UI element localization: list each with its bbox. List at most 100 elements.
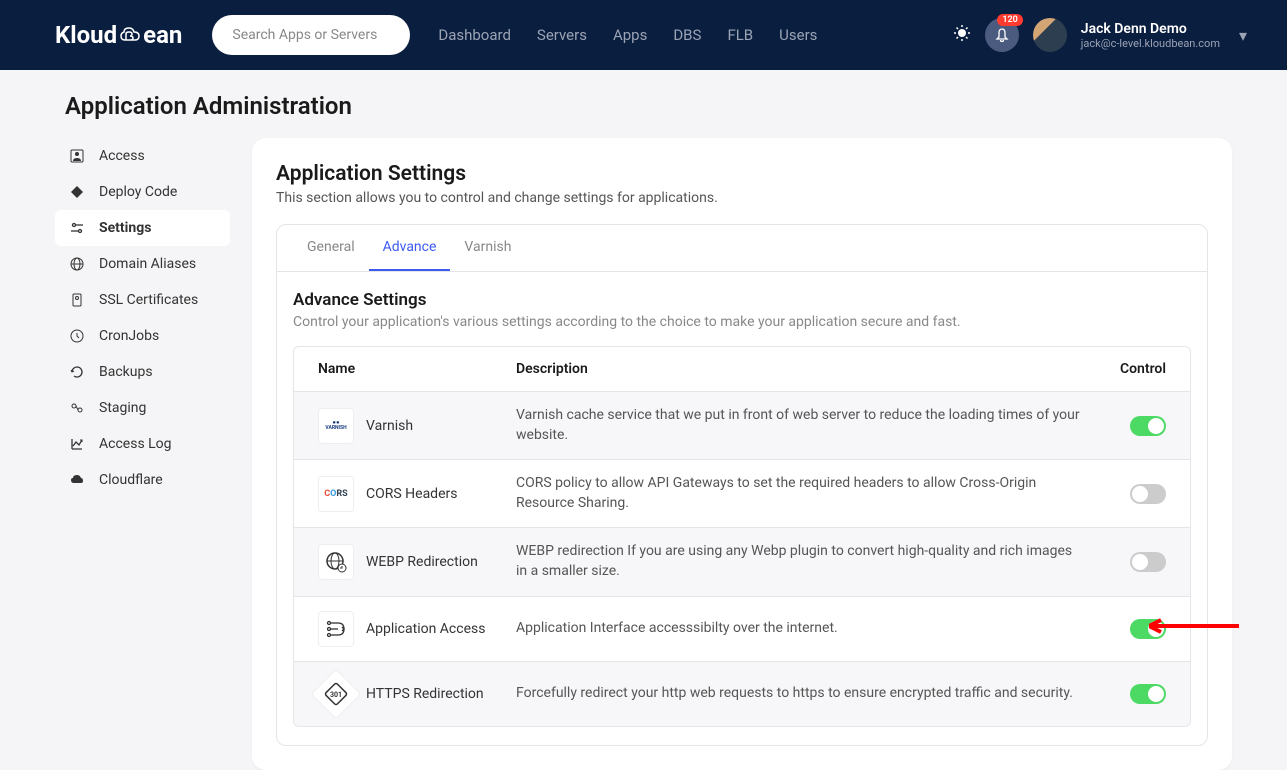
table-row: 301 HTTPS Redirection Forcefully redirec… [294, 662, 1190, 726]
notifications-button[interactable]: 120 [985, 18, 1019, 52]
header: Kloud ean Dashboard Servers Apps DBS FLB… [0, 0, 1287, 70]
row-name-label: Application Access [366, 621, 485, 637]
logo[interactable]: Kloud ean [55, 21, 182, 49]
user-name: Jack Denn Demo [1081, 21, 1220, 37]
content-panel: Application Settings This section allows… [252, 138, 1232, 770]
sidebar-item-cloudflare[interactable]: Cloudflare [55, 462, 230, 498]
sidebar-label: Cloudflare [99, 472, 163, 488]
refresh-icon [69, 364, 85, 380]
row-name-label: HTTPS Redirection [366, 686, 484, 702]
theme-toggle-icon[interactable] [953, 24, 971, 46]
sidebar-item-deploy[interactable]: Deploy Code [55, 174, 230, 210]
globe-icon [69, 256, 85, 272]
staging-icon [69, 400, 85, 416]
sidebar-label: SSL Certificates [99, 292, 198, 308]
cloud-b-icon [119, 26, 141, 44]
row-name-cell: CORS CORS Headers [318, 476, 516, 512]
row-name-label: CORS Headers [366, 486, 457, 502]
sidebar-item-staging[interactable]: Staging [55, 390, 230, 426]
tab-general[interactable]: General [293, 225, 369, 271]
sidebar-label: Settings [99, 220, 151, 236]
nav-apps[interactable]: Apps [613, 26, 647, 44]
section-subtitle: This section allows you to control and c… [276, 190, 1208, 206]
sidebar-label: Backups [99, 364, 153, 380]
row-name-label: Varnish [366, 418, 413, 434]
search-box[interactable] [212, 15, 410, 55]
nav-dbs[interactable]: DBS [673, 26, 701, 44]
col-header-name: Name [318, 361, 516, 377]
avatar[interactable] [1033, 18, 1067, 52]
access-icon [318, 611, 354, 647]
nav-links: Dashboard Servers Apps DBS FLB Users [438, 26, 817, 44]
chart-icon [69, 436, 85, 452]
clock-icon [69, 328, 85, 344]
table-row: Application Access Application Interface… [294, 597, 1190, 662]
tab-varnish[interactable]: Varnish [450, 225, 525, 271]
user-email: jack@c-level.kloudbean.com [1081, 37, 1220, 50]
bell-icon [994, 27, 1010, 43]
settings-table: Name Description Control ●●VARNISH Varni… [293, 346, 1191, 727]
row-name-cell: WEBP Redirection [318, 544, 516, 580]
row-desc-cell: Varnish cache service that we put in fro… [516, 406, 1106, 445]
nav-users[interactable]: Users [779, 26, 817, 44]
sidebar-label: Access Log [99, 436, 172, 452]
sidebar-label: Domain Aliases [99, 256, 196, 272]
varnish-icon: ●●VARNISH [318, 408, 354, 444]
row-control-cell [1106, 552, 1166, 572]
row-name-cell: 301 HTTPS Redirection [318, 676, 516, 712]
row-desc-cell: CORS policy to allow API Gateways to set… [516, 474, 1106, 513]
tabs-container: General Advance Varnish Advance Settings… [276, 224, 1208, 746]
toggle-webp[interactable] [1130, 552, 1166, 572]
row-desc-cell: Forcefully redirect your http web reques… [516, 684, 1106, 704]
col-header-desc: Description [516, 361, 1106, 377]
row-desc-cell: WEBP redirection If you are using any We… [516, 542, 1106, 581]
table-row: WEBP Redirection WEBP redirection If you… [294, 528, 1190, 596]
tab-advance[interactable]: Advance [369, 225, 451, 271]
nav-servers[interactable]: Servers [537, 26, 587, 44]
cloud-icon [69, 472, 85, 488]
settings-icon [69, 220, 85, 236]
row-name-cell: ●●VARNISH Varnish [318, 408, 516, 444]
diamond-icon [69, 184, 85, 200]
row-control-cell [1106, 416, 1166, 436]
nav-flb[interactable]: FLB [727, 26, 753, 44]
row-control-cell [1106, 684, 1166, 704]
sidebar-item-settings[interactable]: Settings [55, 210, 230, 246]
toggle-cors[interactable] [1130, 484, 1166, 504]
cert-icon [69, 292, 85, 308]
sidebar-item-ssl[interactable]: SSL Certificates [55, 282, 230, 318]
toggle-varnish[interactable] [1130, 416, 1166, 436]
https-icon: 301 [311, 668, 362, 719]
sidebar-label: Staging [99, 400, 146, 416]
logo-text-1: Kloud [55, 21, 117, 49]
row-name-label: WEBP Redirection [366, 554, 478, 570]
logo-text-2: ean [143, 21, 182, 49]
row-control-cell [1106, 484, 1166, 504]
search-input[interactable] [232, 27, 390, 43]
sidebar-item-log[interactable]: Access Log [55, 426, 230, 462]
toggle-https[interactable] [1130, 684, 1166, 704]
col-header-control: Control [1106, 361, 1166, 377]
annotation-arrow [1149, 618, 1239, 634]
tabs: General Advance Varnish [277, 225, 1207, 272]
sidebar-item-access[interactable]: Access [55, 138, 230, 174]
section-title: Application Settings [276, 162, 1208, 186]
row-name-cell: Application Access [318, 611, 516, 647]
user-menu-caret-icon[interactable]: ▾ [1239, 26, 1247, 45]
sidebar-item-cron[interactable]: CronJobs [55, 318, 230, 354]
nav-dashboard[interactable]: Dashboard [438, 26, 511, 44]
sidebar-item-backups[interactable]: Backups [55, 354, 230, 390]
inner-section: Advance Settings Control your applicatio… [277, 272, 1207, 745]
page-title: Application Administration [0, 70, 1287, 138]
main-layout: Access Deploy Code Settings Domain Alias… [0, 138, 1287, 770]
table-row: CORS CORS Headers CORS policy to allow A… [294, 460, 1190, 528]
user-info[interactable]: Jack Denn Demo jack@c-level.kloudbean.co… [1081, 21, 1220, 50]
notification-badge: 120 [997, 14, 1022, 26]
table-header: Name Description Control [294, 347, 1190, 392]
cors-icon: CORS [318, 476, 354, 512]
inner-subtitle: Control your application's various setti… [293, 314, 1191, 330]
sidebar: Access Deploy Code Settings Domain Alias… [55, 138, 230, 770]
sidebar-item-domain[interactable]: Domain Aliases [55, 246, 230, 282]
header-right: 120 Jack Denn Demo jack@c-level.kloudbea… [953, 18, 1247, 52]
row-desc-cell: Application Interface accesssibilty over… [516, 619, 1106, 639]
